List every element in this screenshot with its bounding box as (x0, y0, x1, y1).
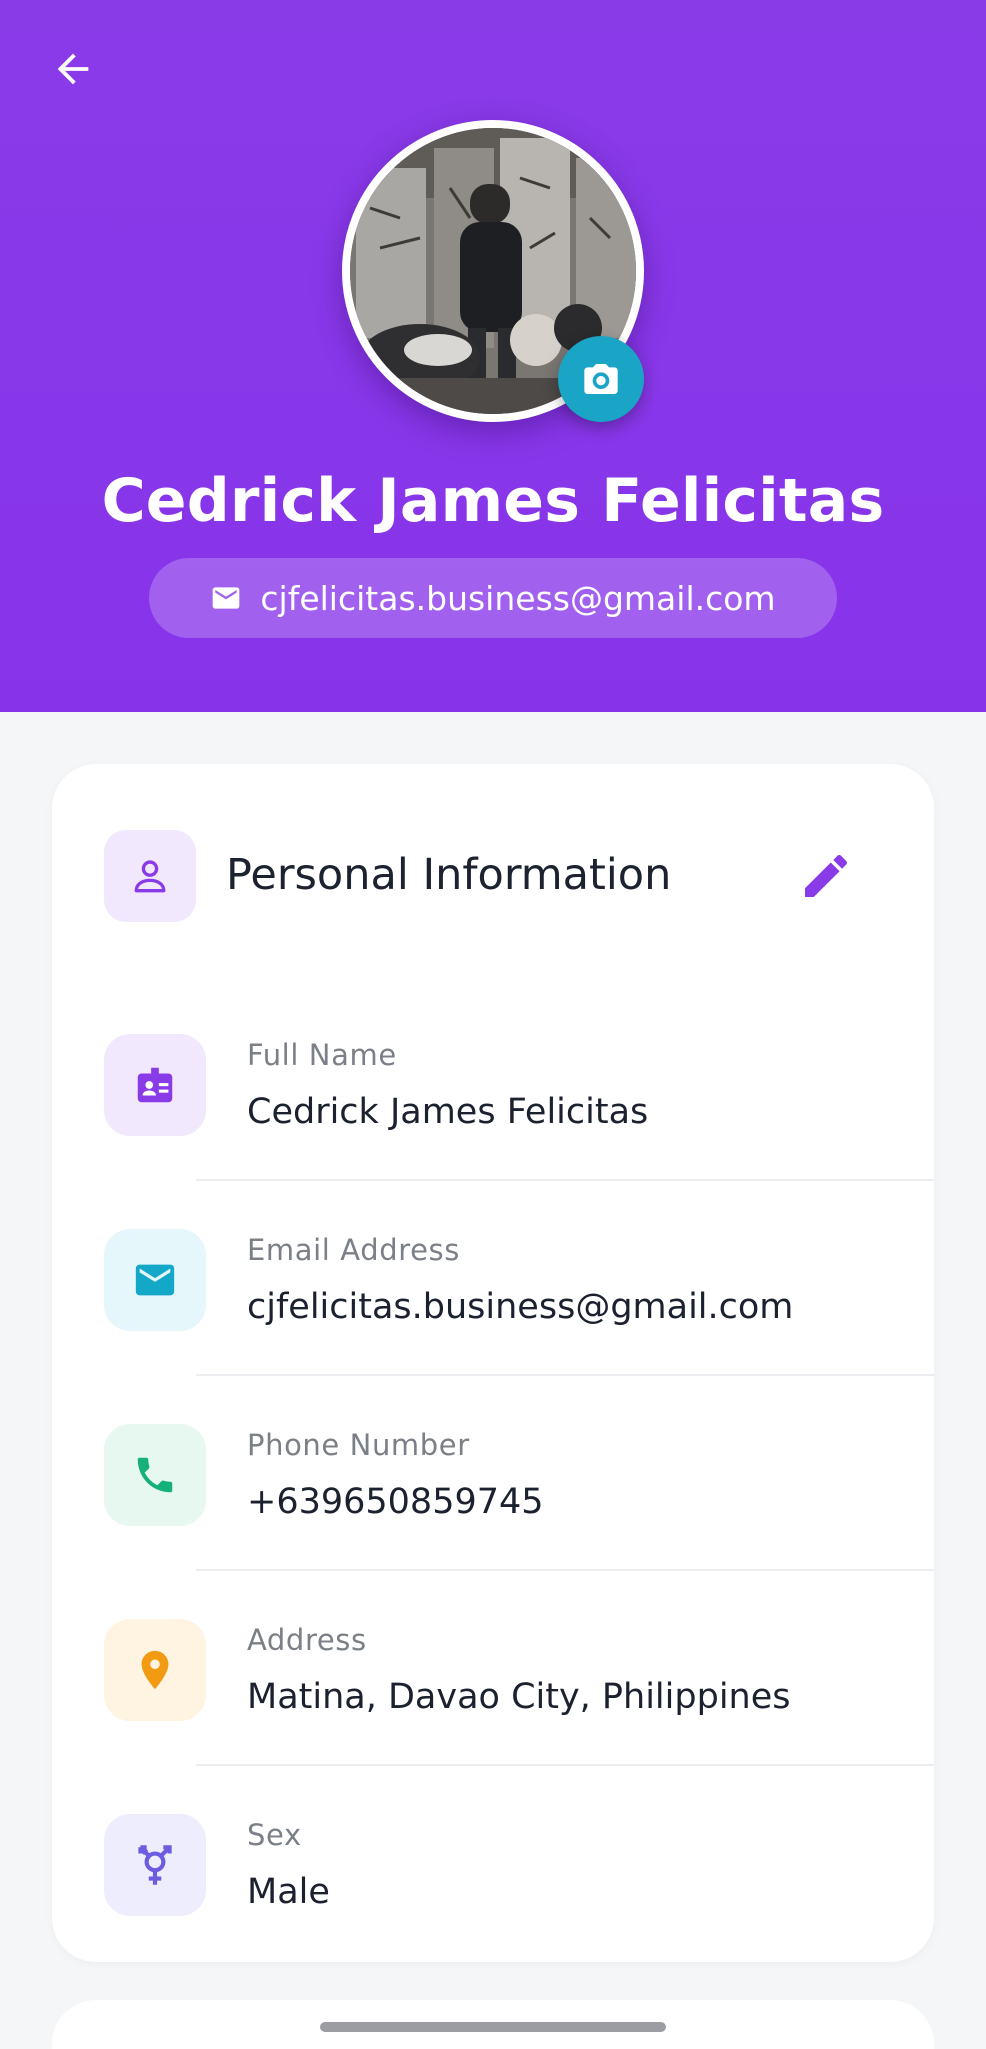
field-full-name: Full Name Cedrick James Felicitas (52, 1034, 934, 1229)
mail-icon (135, 1264, 175, 1296)
card-header: Personal Information (52, 830, 934, 924)
mail-icon (213, 587, 240, 609)
mail-icon-box (104, 1229, 206, 1331)
badge-icon (137, 1067, 173, 1103)
field-label: Sex (247, 1818, 302, 1852)
arrow-left-icon (57, 53, 89, 85)
field-value: Matina, Davao City, Philippines (247, 1677, 791, 1717)
camera-icon (584, 364, 618, 394)
field-value: Cedrick James Felicitas (247, 1092, 649, 1132)
change-photo-button[interactable] (558, 336, 644, 422)
location-icon-box (104, 1619, 206, 1721)
location-pin-icon (141, 1650, 169, 1690)
field-value: Male (247, 1872, 330, 1912)
phone-icon-box (104, 1424, 206, 1526)
home-indicator[interactable] (320, 2022, 666, 2032)
divider (196, 1569, 934, 1571)
user-icon (134, 860, 166, 893)
field-label: Full Name (247, 1038, 397, 1072)
field-label: Email Address (247, 1233, 460, 1267)
email-badge-text: cjfelicitas.business@gmail.com (260, 578, 776, 618)
back-button[interactable] (44, 40, 102, 98)
field-email: Email Address cjfelicitas.business@gmail… (52, 1229, 934, 1424)
field-label: Phone Number (247, 1428, 470, 1462)
field-address: Address Matina, Davao City, Philippines (52, 1619, 934, 1814)
phone-icon (137, 1457, 173, 1493)
gender-icon (138, 1845, 172, 1885)
personal-info-card: Personal Information Full Name Cedrick J… (52, 764, 934, 1962)
card-title: Personal Information (226, 850, 672, 900)
field-sex: Sex Male (52, 1814, 934, 2009)
field-phone: Phone Number +639650859745 (52, 1424, 934, 1619)
divider (196, 1764, 934, 1766)
field-value: cjfelicitas.business@gmail.com (247, 1287, 794, 1327)
avatar-container (342, 120, 644, 422)
edit-button[interactable] (794, 844, 858, 908)
divider (196, 1179, 934, 1181)
profile-name: Cedrick James Felicitas (101, 466, 885, 536)
profile-header: Cedrick James Felicitas cjfelicitas.busi… (0, 0, 986, 712)
user-icon-box (104, 830, 196, 922)
email-badge: cjfelicitas.business@gmail.com (149, 558, 837, 638)
profile-screen: Cedrick James Felicitas cjfelicitas.busi… (0, 0, 986, 2049)
field-label: Address (247, 1623, 367, 1657)
gender-icon-box (104, 1814, 206, 1916)
pencil-icon (805, 854, 848, 897)
divider (196, 1374, 934, 1376)
badge-icon-box (104, 1034, 206, 1136)
field-value: +639650859745 (247, 1482, 544, 1522)
